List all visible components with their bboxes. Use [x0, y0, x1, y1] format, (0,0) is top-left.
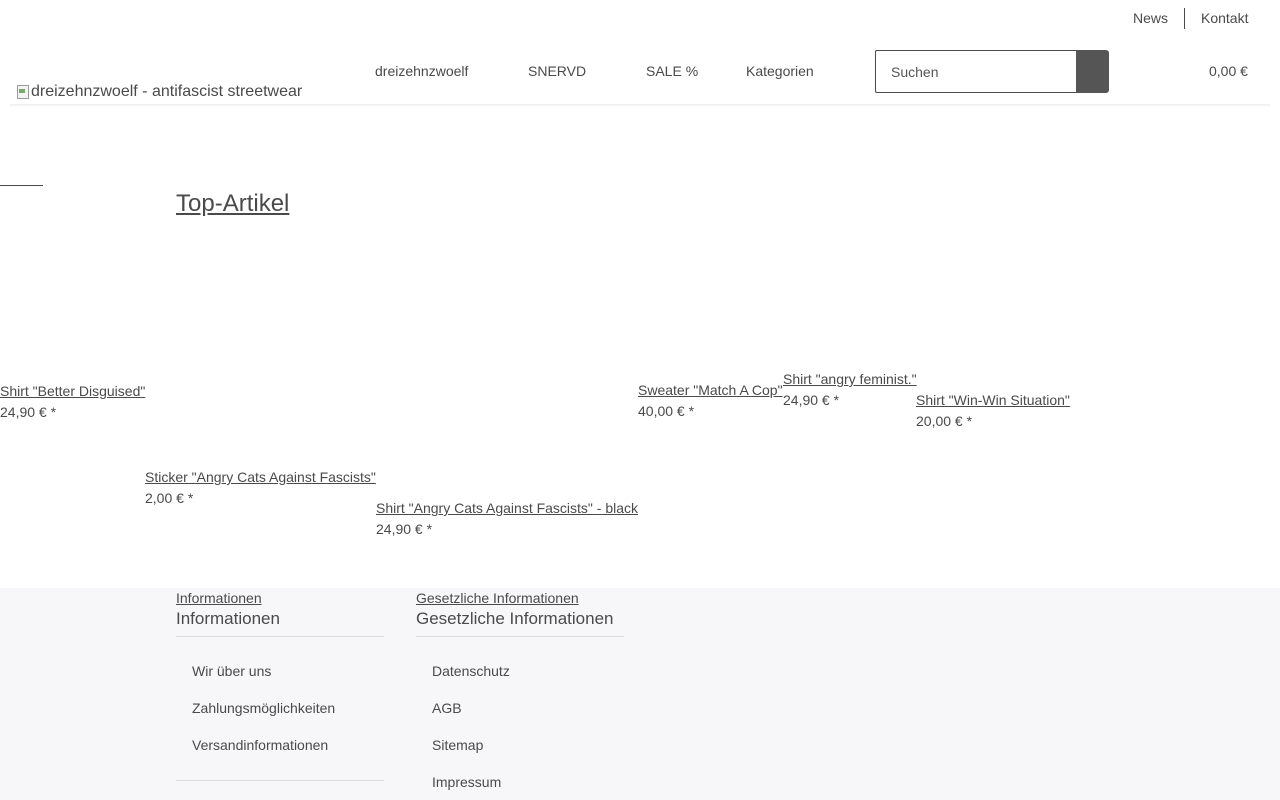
page-title[interactable]: Top-Artikel	[176, 190, 289, 218]
search-button[interactable]	[1076, 50, 1109, 93]
footer-col1-bottom-rule	[176, 780, 384, 781]
product-price: 24,90 € *	[783, 392, 840, 408]
product-name[interactable]: Shirt "Angry Cats Against Fascists" - bl…	[376, 500, 638, 516]
footer-link-wir-ueber-uns[interactable]: Wir über uns	[192, 663, 271, 679]
footer-col1-title: Informationen	[176, 609, 280, 628]
nav-item-kategorien[interactable]: Kategorien	[746, 63, 814, 79]
search-input[interactable]	[876, 51, 1066, 92]
product-price: 40,00 € *	[638, 403, 695, 419]
product-price: 20,00 € *	[916, 413, 973, 429]
footer-link-sitemap[interactable]: Sitemap	[432, 737, 483, 753]
product-name[interactable]: Sweater "Match A Cop"	[638, 382, 783, 398]
top-link-news[interactable]: News	[1133, 10, 1168, 26]
footer-link-datenschutz[interactable]: Datenschutz	[432, 663, 510, 679]
nav-item-dreizehnzwoelf[interactable]: dreizehnzwoelf	[375, 63, 468, 79]
footer-col1-link-heading[interactable]: Informationen	[176, 590, 262, 606]
product-price: 2,00 € *	[145, 490, 194, 506]
footer-link-agb[interactable]: AGB	[432, 700, 462, 716]
top-divider	[1184, 8, 1185, 29]
logo[interactable]: dreizehnzwoelf - antifascist streetwear	[16, 83, 302, 101]
top-link-kontakt[interactable]: Kontakt	[1201, 10, 1248, 26]
divider-line	[0, 185, 43, 186]
product-name[interactable]: Shirt "angry feminist."	[783, 371, 917, 387]
product-name[interactable]: Sticker "Angry Cats Against Fascists"	[145, 469, 376, 485]
footer-col2-link-heading[interactable]: Gesetzliche Informationen	[416, 590, 579, 606]
header-shadow	[10, 104, 1270, 107]
footer-link-versandinformationen[interactable]: Versandinformationen	[192, 737, 328, 753]
nav-item-snervd[interactable]: SNERVD	[528, 63, 586, 79]
product-name[interactable]: Shirt "Win-Win Situation"	[916, 392, 1070, 408]
broken-image-icon	[16, 84, 30, 100]
footer-col2-rule	[416, 636, 624, 637]
footer-col2-title: Gesetzliche Informationen	[416, 609, 614, 628]
nav-item-sale[interactable]: SALE %	[646, 63, 698, 79]
cart-total[interactable]: 0,00 €	[1209, 63, 1248, 79]
footer-col1-rule	[176, 636, 384, 637]
logo-alt-text: dreizehnzwoelf - antifascist streetwear	[31, 83, 303, 100]
product-name[interactable]: Shirt "Better Disguised"	[0, 383, 145, 399]
footer-link-impressum[interactable]: Impressum	[432, 774, 501, 790]
footer-link-zahlungsmoeglichkeiten[interactable]: Zahlungsmöglichkeiten	[192, 700, 335, 716]
product-price: 24,90 € *	[0, 404, 57, 420]
product-price: 24,90 € *	[376, 521, 433, 537]
